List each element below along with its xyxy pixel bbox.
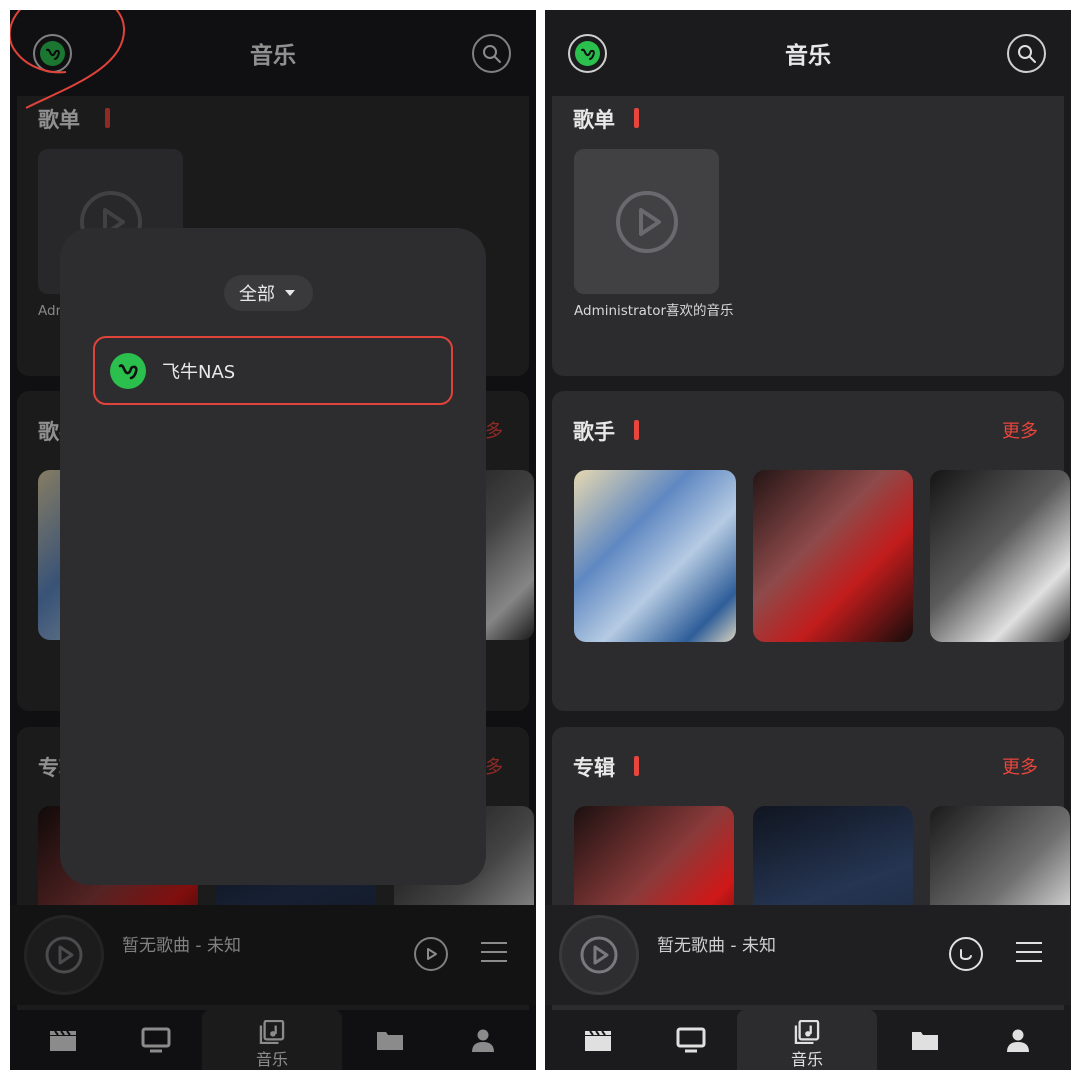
clapperboard-icon	[584, 1030, 611, 1051]
nav-item-music[interactable]: 音乐	[737, 1010, 877, 1070]
left-screen: 音乐 歌单 Administrator喜欢的音乐 歌手 更多 专辑 更多 暂无歌…	[10, 10, 536, 1070]
artist-thumbnail[interactable]	[753, 470, 913, 642]
bottom-nav: 音乐	[545, 1010, 1071, 1070]
section-title: 歌单	[573, 108, 615, 132]
search-icon	[1017, 44, 1036, 63]
now-playing-text: 暂无歌曲 - 未知	[657, 936, 776, 956]
server-picker-dialog: 全部 飞牛NAS	[60, 228, 486, 885]
more-link[interactable]: 更多	[1002, 417, 1038, 443]
fnos-logo-icon	[110, 352, 146, 389]
search-button[interactable]	[1007, 34, 1046, 73]
player-disc	[559, 915, 639, 995]
section-title: 专辑	[573, 756, 615, 780]
play-circle-icon	[580, 936, 618, 974]
artist-thumbnail[interactable]	[930, 470, 1070, 642]
person-icon	[1006, 1029, 1029, 1052]
tv-icon	[676, 1027, 705, 1053]
music-note-icon	[794, 1020, 820, 1044]
nav-item-profile[interactable]	[965, 1010, 1070, 1070]
section-accent-bar	[634, 420, 639, 440]
nav-item-movies[interactable]	[545, 1010, 650, 1070]
artists-section: 歌手 更多	[552, 391, 1070, 711]
top-bar: 音乐	[545, 10, 1071, 96]
red-annotation-circle	[10, 10, 126, 109]
mini-player[interactable]: 暂无歌曲 - 未知	[545, 905, 1071, 1005]
right-screen: 音乐 歌单 Administrator喜欢的音乐 歌手 更多 专辑 更多 暂无歌…	[545, 10, 1071, 1070]
loading-button[interactable]	[949, 937, 983, 971]
section-accent-bar	[634, 756, 639, 776]
section-title: 歌手	[573, 420, 615, 444]
dropdown-label: 全部	[239, 284, 275, 305]
playlist-section: 歌单 Administrator喜欢的音乐	[552, 96, 1064, 376]
playlist-name: Administrator喜欢的音乐	[574, 303, 734, 319]
nav-item-tv[interactable]	[638, 1010, 743, 1070]
playlist-menu-icon[interactable]	[1015, 940, 1043, 964]
artist-thumbnail[interactable]	[574, 470, 736, 642]
playlist-cover[interactable]	[574, 149, 719, 294]
server-filter-dropdown[interactable]: 全部	[224, 275, 313, 311]
caret-down-icon	[285, 290, 295, 296]
section-accent-bar	[634, 108, 639, 128]
server-name: 飞牛NAS	[162, 361, 236, 383]
play-circle-icon	[615, 190, 678, 253]
folder-icon	[911, 1032, 938, 1050]
nav-label: 音乐	[790, 1050, 823, 1069]
server-item[interactable]: 飞牛NAS	[93, 336, 453, 405]
nav-item-files[interactable]	[872, 1010, 977, 1070]
page-title: 音乐	[785, 43, 831, 69]
loading-spinner-icon	[960, 949, 972, 961]
more-link[interactable]: 更多	[1002, 753, 1038, 779]
